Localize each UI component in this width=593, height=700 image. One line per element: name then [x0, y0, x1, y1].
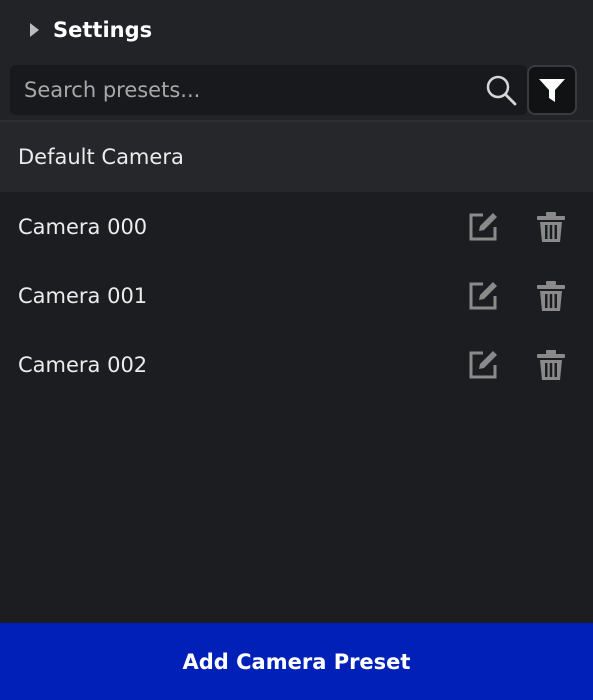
trash-icon[interactable]	[531, 345, 571, 385]
preset-row-default[interactable]: Default Camera	[0, 122, 593, 192]
row-actions	[463, 276, 593, 316]
add-camera-preset-button[interactable]: Add Camera Preset	[0, 623, 593, 700]
preset-label: Camera 001	[18, 283, 148, 308]
filter-button[interactable]	[527, 65, 577, 115]
preset-row[interactable]: Camera 001	[0, 261, 593, 330]
settings-title: Settings	[53, 18, 153, 42]
camera-presets-panel: Settings Default Camera Camera 000	[0, 0, 593, 700]
edit-icon[interactable]	[463, 345, 503, 385]
preset-label: Default Camera	[18, 145, 184, 169]
search-icon[interactable]	[479, 68, 523, 112]
row-actions	[463, 207, 593, 247]
preset-list: Default Camera Camera 000 Camera 001 Cam…	[0, 122, 593, 399]
edit-icon[interactable]	[463, 207, 503, 247]
row-actions	[463, 345, 593, 385]
search-input[interactable]	[22, 77, 479, 103]
settings-header[interactable]: Settings	[0, 0, 593, 60]
preset-row[interactable]: Camera 000	[0, 192, 593, 261]
preset-label: Camera 002	[18, 352, 148, 377]
trash-icon[interactable]	[531, 207, 571, 247]
chevron-right-icon[interactable]	[30, 23, 39, 37]
search-row	[0, 60, 593, 122]
edit-icon[interactable]	[463, 276, 503, 316]
preset-row[interactable]: Camera 002	[0, 330, 593, 399]
trash-icon[interactable]	[531, 276, 571, 316]
filter-icon	[539, 79, 565, 102]
search-box	[10, 65, 527, 115]
preset-label: Camera 000	[18, 214, 148, 239]
